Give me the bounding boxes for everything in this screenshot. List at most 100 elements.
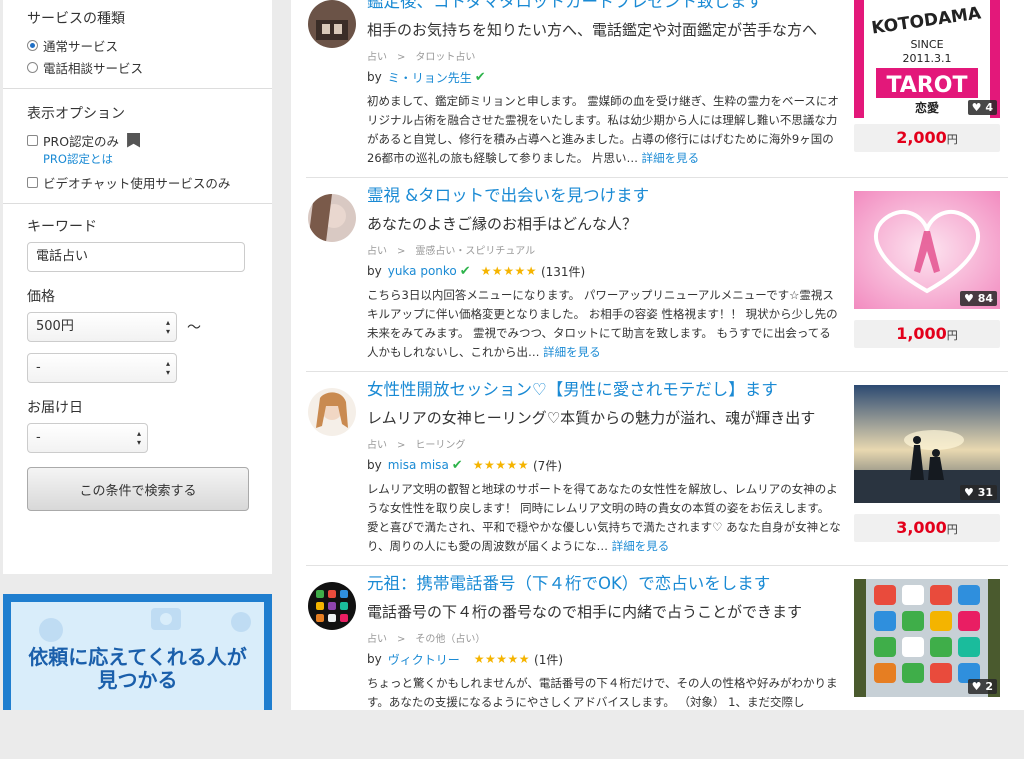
listing-description: こちら3日以内回答メニューになります。 パワーアップリニューアルメニューです☆霊… — [367, 286, 842, 362]
checkbox-pro-only[interactable]: PRO認定のみ — [27, 129, 248, 151]
listing-thumbnail[interactable]: ♥ 2 — [854, 579, 1000, 697]
listing-price: 2,000円 — [854, 124, 1000, 152]
rating-stars-icon: ★★★★★ — [472, 458, 529, 472]
category-parent[interactable]: 占い — [367, 634, 387, 645]
keyword-input[interactable]: 電話占い — [27, 242, 245, 272]
review-count[interactable]: (1件) — [534, 651, 563, 668]
review-count[interactable]: (131件) — [541, 263, 585, 280]
verified-check-icon: ✔ — [459, 263, 471, 279]
listing-content: 女性性開放セッション♡【男性に愛されモテだし】ます レムリアの女神ヒーリング♡本… — [367, 380, 842, 556]
price-label: 価格 — [27, 289, 55, 305]
radio-icon[interactable] — [27, 39, 38, 51]
description-text: 初めまして、鑑定師ミリョンと申します。 霊媒師の血を受け継ぎ、生粋の霊力をベース… — [367, 94, 839, 165]
svg-text:2011.3.1: 2011.3.1 — [903, 52, 952, 65]
listing-thumbnail[interactable]: KOTODAMA SINCE 2011.3.1 TAROT 恋愛 ♥ 4 — [854, 0, 1000, 118]
category-child[interactable]: タロット占い — [415, 52, 475, 63]
service-type-title: サービスの種類 — [27, 11, 125, 27]
listing-thumbnail[interactable]: ♥ 84 — [854, 191, 1000, 309]
seller-name[interactable]: ミ・リョン先生 — [388, 69, 472, 86]
listing-title[interactable]: 霊視 &タロットで出会いを見つけます — [367, 185, 842, 207]
details-link[interactable]: 詳細を見る — [642, 151, 700, 165]
listing-subtitle: 電話番号の下４桁の番号なので相手に内緒で占うことができます — [367, 603, 803, 621]
price-range-tilde: 〜 — [187, 320, 201, 336]
listing-category: 占い > ヒーリング — [367, 436, 842, 451]
listing-item: 女性性開放セッション♡【男性に愛されモテだし】ます レムリアの女神ヒーリング♡本… — [306, 380, 1008, 566]
banner-line2: 見つかる — [97, 668, 178, 692]
search-conditions-section: キーワード 電話占い 価格 500円 〜 - お届け日 - この条件で検索する — [3, 204, 272, 521]
price-currency: 円 — [946, 133, 958, 146]
category-child[interactable]: ヒーリング — [415, 440, 465, 451]
price-min-select[interactable]: 500円 — [27, 312, 177, 342]
avatar-photo-icon — [308, 194, 356, 242]
category-parent[interactable]: 占い — [367, 440, 387, 451]
checkbox-label: PRO認定のみ — [43, 133, 120, 149]
listing-category: 占い > タロット占い — [367, 48, 842, 63]
checkbox-icon[interactable] — [27, 176, 38, 188]
review-count[interactable]: (7件) — [533, 457, 562, 474]
category-child[interactable]: 霊感占い・スピリチュアル — [415, 246, 535, 257]
radio-icon[interactable] — [27, 61, 38, 73]
price-currency: 円 — [946, 329, 958, 342]
checkbox-icon[interactable] — [27, 134, 38, 146]
radio-normal-service[interactable]: 通常サービス — [27, 34, 248, 56]
delivery-label: お届け日 — [27, 400, 83, 416]
price-max-select[interactable]: - — [27, 353, 177, 383]
listing-description: ちょっと驚くかもしれませんが、電話番号の下４桁だけで、その人の性格や好みがわかり… — [367, 674, 842, 712]
breadcrumb-separator: > — [397, 440, 406, 451]
seller-avatar[interactable] — [308, 582, 356, 630]
details-link[interactable]: 詳細を見る — [612, 539, 670, 553]
pro-info-link[interactable]: PRO認定とは — [43, 151, 248, 167]
listing-price: 1,000円 — [854, 320, 1000, 348]
price-value: 1,000 — [896, 324, 947, 343]
favorite-count[interactable]: ♥ 4 — [967, 100, 997, 115]
listing-area: 鑑定後、コトダマタロットカードプレゼント致します 相手のお気持ちを知りたい方へ、… — [291, 0, 1024, 710]
keyword-label: キーワード — [27, 219, 97, 235]
listing-title[interactable]: 鑑定後、コトダマタロットカードプレゼント致します — [367, 0, 842, 13]
listing-title[interactable]: 元祖：携帯電話番号（下４桁でOK）で恋占いをします — [367, 573, 842, 595]
details-link[interactable]: 詳細を見る — [543, 345, 601, 359]
heart-icon: ♥ — [971, 101, 982, 114]
favorite-number: 4 — [985, 101, 993, 114]
seller-avatar[interactable] — [308, 0, 356, 48]
radio-phone-service[interactable]: 電話相談サービス — [27, 56, 248, 78]
listing-byline: by yuka ponko ✔ ★★★★★ (131件) — [367, 262, 842, 280]
seller-name[interactable]: misa misa — [388, 458, 449, 472]
seller-name[interactable]: ヴィクトリー — [388, 651, 460, 668]
favorite-count[interactable]: ♥ 31 — [959, 485, 997, 500]
banner-text: 依頼に応えてくれる人が 見つかる — [11, 646, 264, 692]
delivery-select[interactable]: - — [27, 423, 148, 453]
price-value: 3,000 — [896, 518, 947, 537]
favorite-number: 31 — [977, 486, 993, 499]
listing-title[interactable]: 女性性開放セッション♡【男性に愛されモテだし】ます — [367, 379, 842, 401]
description-text: こちら3日以内回答メニューになります。 パワーアップリニューアルメニューです☆霊… — [367, 288, 838, 359]
breadcrumb-separator: > — [397, 52, 406, 63]
seller-avatar[interactable] — [308, 194, 356, 242]
listing-item: 霊視 &タロットで出会いを見つけます あなたのよきご縁のお相手はどんな人？ 占い… — [306, 186, 1008, 372]
favorite-count[interactable]: ♥ 84 — [959, 291, 997, 306]
listing-subtitle: あなたのよきご縁のお相手はどんな人？ — [367, 215, 638, 233]
breadcrumb-separator: > — [397, 246, 406, 257]
heart-icon: ♥ — [971, 680, 982, 693]
by-label: by — [367, 70, 382, 84]
listing-thumbnail[interactable]: ♥ 31 — [854, 385, 1000, 503]
seller-avatar[interactable] — [308, 388, 356, 436]
listing-description: 初めまして、鑑定師ミリョンと申します。 霊媒師の血を受け継ぎ、生粋の霊力をベース… — [367, 92, 842, 168]
rating-stars-icon: ★★★★★ — [480, 264, 537, 278]
avatar-photo-icon — [308, 582, 356, 630]
listing-category: 占い > 霊感占い・スピリチュアル — [367, 242, 842, 257]
promo-banner[interactable]: 依頼に応えてくれる人が 見つかる — [3, 594, 272, 710]
checkbox-video-chat[interactable]: ビデオチャット使用サービスのみ — [27, 171, 248, 193]
favorite-count[interactable]: ♥ 2 — [967, 679, 997, 694]
category-child[interactable]: その他（占い） — [415, 634, 485, 645]
pro-badge-icon — [127, 132, 141, 148]
category-parent[interactable]: 占い — [367, 246, 387, 257]
avatar-photo-icon — [308, 0, 356, 48]
search-button[interactable]: この条件で検索する — [27, 467, 249, 511]
listing-item: 鑑定後、コトダマタロットカードプレゼント致します 相手のお気持ちを知りたい方へ、… — [306, 0, 1008, 178]
price-currency: 円 — [946, 523, 958, 536]
banner-decoration-icon — [39, 608, 251, 642]
filter-sidebar: サービスの種類 通常サービス 電話相談サービス 表示オプション PRO認定のみ … — [3, 0, 272, 574]
seller-name[interactable]: yuka ponko — [388, 264, 457, 278]
category-parent[interactable]: 占い — [367, 52, 387, 63]
listing-byline: by ミ・リョン先生 ✔ — [367, 68, 842, 86]
